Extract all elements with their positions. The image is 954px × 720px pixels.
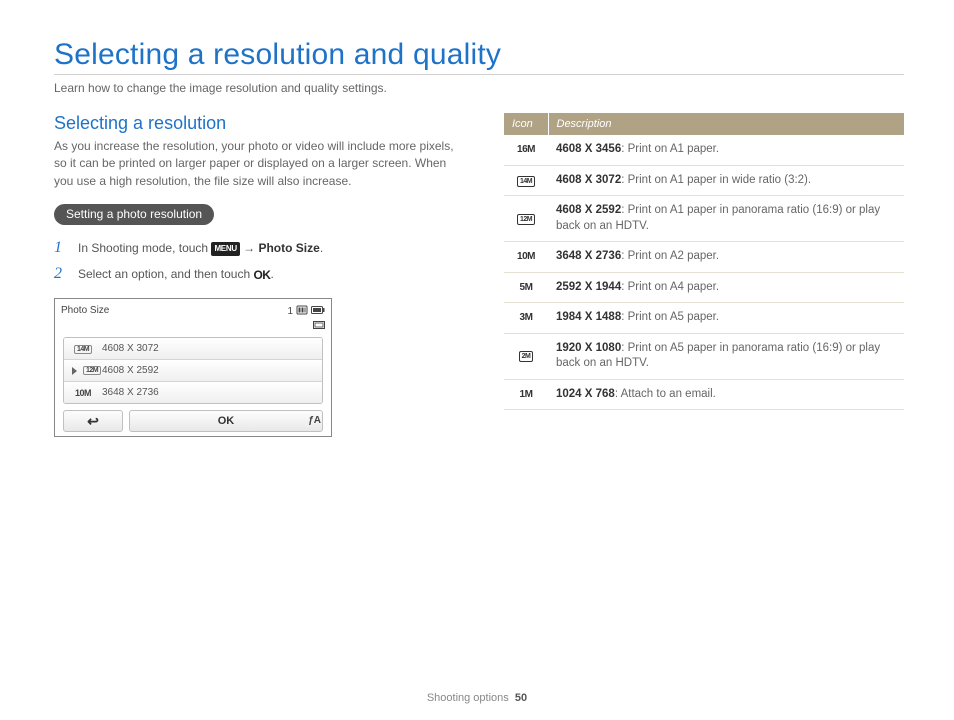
table-row: 10M3648 X 2736: Print on A2 paper.	[504, 242, 904, 273]
back-button[interactable]: ↩	[63, 410, 123, 432]
steps-list: 1 In Shooting mode, touch MENU → Photo Si…	[54, 239, 454, 284]
step-body: Select an option, and then touch OK.	[78, 265, 274, 284]
table-row: 5M2592 X 1944: Print on A4 paper.	[504, 272, 904, 303]
row-icon-cell: 1M	[504, 379, 548, 410]
step-number: 2	[54, 265, 68, 283]
subsection-pill: Setting a photo resolution	[54, 204, 214, 225]
photo-size-option[interactable]: 14M 4608 X 3072	[64, 338, 322, 360]
row-icon-cell: 2M	[504, 333, 548, 379]
resolution-value: 4608 X 3072	[556, 174, 621, 186]
footer-page-number: 50	[515, 692, 527, 704]
step-number: 1	[54, 239, 68, 257]
row-desc-cell: 2592 X 1944: Print on A4 paper.	[548, 272, 904, 303]
size-value: 4608 X 2592	[102, 365, 159, 376]
menu-icon: MENU	[211, 242, 239, 256]
page-footer: Shooting options 50	[0, 692, 954, 704]
row-desc-cell: 1984 X 1488: Print on A5 paper.	[548, 303, 904, 334]
resolution-value: 3648 X 2736	[556, 250, 621, 262]
row-desc-cell: 1024 X 768: Attach to an email.	[548, 379, 904, 410]
row-desc-cell: 4608 X 3456: Print on A1 paper.	[548, 135, 904, 165]
size-icon: 12M	[72, 366, 94, 375]
photo-size-option[interactable]: 10M 3648 X 2736	[64, 382, 322, 403]
row-desc-cell: 4608 X 2592: Print on A1 paper in panora…	[548, 196, 904, 242]
resolution-value: 4608 X 2592	[556, 204, 621, 216]
shot-count: 1	[287, 306, 293, 317]
sd-card-icon	[296, 305, 308, 318]
battery-icon	[311, 306, 325, 317]
photo-size-list: 14M 4608 X 3072 12M 4608 X 2592 10M 3648 X 27…	[63, 337, 323, 404]
row-desc-cell: 3648 X 2736: Print on A2 paper.	[548, 242, 904, 273]
ok-button[interactable]: OK	[129, 410, 323, 432]
step: 1 In Shooting mode, touch MENU → Photo Si…	[54, 239, 454, 257]
resolution-value: 1984 X 1488	[556, 311, 621, 323]
resolution-value: 2592 X 1944	[556, 281, 621, 293]
back-icon: ↩	[87, 413, 99, 430]
table-row: 1M1024 X 768: Attach to an email.	[504, 379, 904, 410]
ok-button-label: OK	[218, 415, 235, 427]
camera-screen-mock: Photo Size 1	[54, 298, 332, 437]
table-head-desc: Description	[548, 113, 904, 135]
row-icon-cell: 5M	[504, 272, 548, 303]
table-head-icon: Icon	[504, 113, 548, 135]
table-row: 3M1984 X 1488: Print on A5 paper.	[504, 303, 904, 334]
resolution-value: 4608 X 3456	[556, 143, 621, 155]
row-icon-cell: 12M	[504, 196, 548, 242]
photo-size-option[interactable]: 12M 4608 X 2592	[64, 360, 322, 382]
row-icon-cell: 3M	[504, 303, 548, 334]
row-desc-cell: 4608 X 3072: Print on A1 paper in wide r…	[548, 165, 904, 196]
size-icon: 10M	[72, 388, 94, 398]
row-icon-cell: 10M	[504, 242, 548, 273]
photo-size-label: Photo Size	[258, 241, 319, 255]
table-row: 16M4608 X 3456: Print on A1 paper.	[504, 135, 904, 165]
table-row: 14M4608 X 3072: Print on A1 paper in wid…	[504, 165, 904, 196]
screen-status-area: 1	[287, 305, 325, 333]
selection-arrow-icon	[72, 367, 77, 375]
row-icon-cell: 14M	[504, 165, 548, 196]
page-title: Selecting a resolution and quality	[54, 38, 904, 75]
table-row: 2M1920 X 1080: Print on A5 paper in pano…	[504, 333, 904, 379]
row-desc-cell: 1920 X 1080: Print on A5 paper in panora…	[548, 333, 904, 379]
row-icon-cell: 16M	[504, 135, 548, 165]
page-subtitle: Learn how to change the image resolution…	[54, 81, 904, 95]
mode-icon	[313, 320, 325, 333]
table-row: 12M4608 X 2592: Print on A1 paper in pan…	[504, 196, 904, 242]
ok-icon: OK	[253, 266, 270, 284]
section-paragraph: As you increase the resolution, your pho…	[54, 138, 454, 190]
resolution-value: 1920 X 1080	[556, 342, 621, 354]
resolution-table: Icon Description 16M4608 X 3456: Print o…	[504, 113, 904, 410]
step: 2 Select an option, and then touch OK.	[54, 265, 454, 284]
size-value: 4608 X 3072	[102, 343, 159, 354]
size-icon: 14M	[72, 343, 94, 354]
footer-section: Shooting options	[427, 692, 509, 704]
section-heading: Selecting a resolution	[54, 113, 454, 134]
screen-title: Photo Size	[61, 305, 109, 316]
step-body: In Shooting mode, touch MENU → Photo Siz…	[78, 239, 323, 257]
size-value: 3648 X 2736	[102, 387, 159, 398]
flash-auto-icon: ƒA	[308, 415, 321, 426]
resolution-value: 1024 X 768	[556, 388, 615, 400]
